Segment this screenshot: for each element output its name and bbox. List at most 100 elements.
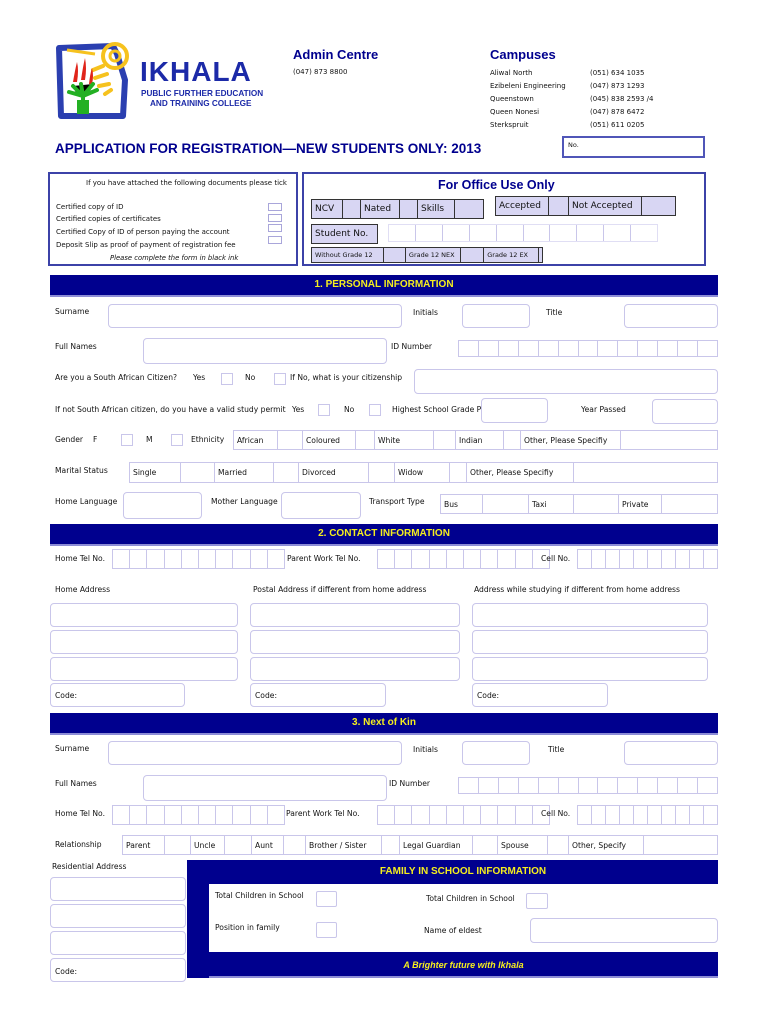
residential-address-line-1[interactable] xyxy=(50,877,186,901)
postal-address-code-input[interactable]: Code: xyxy=(250,683,386,707)
relationship-uncle-checkbox[interactable] xyxy=(225,836,252,854)
grade-group: Without Grade 12 Grade 12 NEX Grade 12 E… xyxy=(311,247,543,263)
document-checkbox-payer-id[interactable] xyxy=(268,224,282,232)
home-address-line-3[interactable] xyxy=(50,657,238,681)
kin-parent-work-tel-cells[interactable] xyxy=(377,805,550,825)
ethnicity-white-checkbox[interactable] xyxy=(434,431,456,449)
grade12-nex-checkbox[interactable] xyxy=(461,248,485,262)
ethnicity-other-input[interactable] xyxy=(621,431,717,449)
permit-no-checkbox[interactable] xyxy=(369,404,381,416)
citizenship-input[interactable] xyxy=(414,369,718,394)
total-children-label-1: Total Children in School xyxy=(215,891,304,900)
grade12-ex-label: Grade 12 EX xyxy=(484,248,540,262)
postal-address-line-1[interactable] xyxy=(250,603,460,627)
study-address-line-1[interactable] xyxy=(472,603,708,627)
kin-full-names-input[interactable] xyxy=(143,775,387,801)
transport-bus-checkbox[interactable] xyxy=(483,495,529,513)
transport-private-checkbox[interactable] xyxy=(662,495,717,513)
parent-work-tel-cells[interactable] xyxy=(377,549,550,569)
marital-married-checkbox[interactable] xyxy=(274,463,299,482)
cell-number-cells[interactable] xyxy=(577,549,718,569)
gender-m-checkbox[interactable] xyxy=(171,434,183,446)
relationship-other-input[interactable] xyxy=(644,836,717,854)
grade12-ex-checkbox[interactable] xyxy=(539,248,542,262)
position-in-family-input[interactable] xyxy=(316,922,337,938)
initials-input[interactable] xyxy=(462,304,530,328)
campus-row: Ezibeleni Engineering (047) 873 1293 xyxy=(490,82,645,90)
student-number-cells[interactable] xyxy=(388,224,658,242)
postal-address-line-2[interactable] xyxy=(250,630,460,654)
mother-language-input[interactable] xyxy=(281,492,361,519)
study-address-line-2[interactable] xyxy=(472,630,708,654)
document-checkbox-certificates[interactable] xyxy=(268,214,282,222)
kin-home-tel-cells[interactable] xyxy=(112,805,285,825)
kin-title-input[interactable] xyxy=(624,741,718,765)
year-passed-input[interactable] xyxy=(652,399,718,424)
program-skills-checkbox[interactable] xyxy=(455,200,483,218)
residential-address-line-2[interactable] xyxy=(50,904,186,928)
marital-divorced-checkbox[interactable] xyxy=(369,463,395,482)
home-tel-cells[interactable] xyxy=(112,549,285,569)
relationship-sibling-checkbox[interactable] xyxy=(382,836,400,854)
logo-subtitle-2: AND TRAINING COLLEGE xyxy=(150,99,252,108)
ethnicity-indian-checkbox[interactable] xyxy=(504,431,521,449)
name-of-eldest-input[interactable] xyxy=(530,918,718,943)
residential-address-code-input[interactable]: Code: xyxy=(50,958,186,982)
relationship-parent-label: Parent xyxy=(123,836,165,854)
gender-f-checkbox[interactable] xyxy=(121,434,133,446)
kin-surname-input[interactable] xyxy=(108,741,402,765)
program-ncv-checkbox[interactable] xyxy=(343,200,361,218)
residential-address-line-3[interactable] xyxy=(50,931,186,955)
permit-yes-checkbox[interactable] xyxy=(318,404,330,416)
study-address-line-3[interactable] xyxy=(472,657,708,681)
kin-initials-label: Initials xyxy=(413,745,438,754)
marital-single-checkbox[interactable] xyxy=(181,463,215,482)
marital-married-label: Married xyxy=(215,463,274,482)
highest-grade-input[interactable] xyxy=(481,398,548,423)
relationship-parent-checkbox[interactable] xyxy=(165,836,191,854)
ethnicity-african-checkbox[interactable] xyxy=(278,431,303,449)
without-grade12-checkbox[interactable] xyxy=(384,248,406,262)
not-accepted-checkbox[interactable] xyxy=(642,197,675,215)
kin-initials-input[interactable] xyxy=(462,741,530,765)
relationship-spouse-checkbox[interactable] xyxy=(548,836,569,854)
accepted-checkbox[interactable] xyxy=(549,197,569,215)
application-number-label: No. xyxy=(568,141,579,149)
home-address-code-input[interactable]: Code: xyxy=(50,683,185,707)
kin-id-number-cells[interactable] xyxy=(458,777,718,794)
full-names-label: Full Names xyxy=(55,342,97,351)
kin-cell-number-cells[interactable] xyxy=(577,805,718,825)
gender-f-label: F xyxy=(93,435,98,444)
citizen-no-checkbox[interactable] xyxy=(274,373,286,385)
relationship-guardian-checkbox[interactable] xyxy=(473,836,498,854)
surname-input[interactable] xyxy=(108,304,402,328)
admin-centre-title: Admin Centre xyxy=(293,47,379,62)
relationship-label: Relationship xyxy=(55,840,102,849)
postal-address-line-3[interactable] xyxy=(250,657,460,681)
home-address-label: Home Address xyxy=(55,585,111,594)
document-checkbox-id[interactable] xyxy=(268,203,282,211)
home-address-line-1[interactable] xyxy=(50,603,238,627)
document-checkbox-deposit[interactable] xyxy=(268,236,282,244)
total-children-input-1[interactable] xyxy=(316,891,337,907)
id-number-cells[interactable] xyxy=(458,340,718,357)
home-language-input[interactable] xyxy=(123,492,202,519)
code-label: Code: xyxy=(55,967,77,976)
total-children-input-2[interactable] xyxy=(526,893,548,909)
full-names-input[interactable] xyxy=(143,338,387,364)
program-nated-checkbox[interactable] xyxy=(400,200,418,218)
title-input[interactable] xyxy=(624,304,718,328)
marital-other-input[interactable] xyxy=(574,463,717,482)
section-personal-heading: 1. PERSONAL INFORMATION xyxy=(50,275,718,297)
transport-taxi-checkbox[interactable] xyxy=(574,495,619,513)
study-address-code-input[interactable]: Code: xyxy=(472,683,608,707)
marital-other-label: Other, Please Specifiy xyxy=(467,463,574,482)
relationship-aunt-checkbox[interactable] xyxy=(284,836,306,854)
application-number-field[interactable]: No. xyxy=(562,136,705,158)
citizen-yes-checkbox[interactable] xyxy=(221,373,233,385)
ethnicity-coloured-checkbox[interactable] xyxy=(356,431,375,449)
initials-label: Initials xyxy=(413,308,438,317)
program-nated-label: Nated xyxy=(361,200,400,218)
home-address-line-2[interactable] xyxy=(50,630,238,654)
marital-widow-checkbox[interactable] xyxy=(450,463,467,482)
